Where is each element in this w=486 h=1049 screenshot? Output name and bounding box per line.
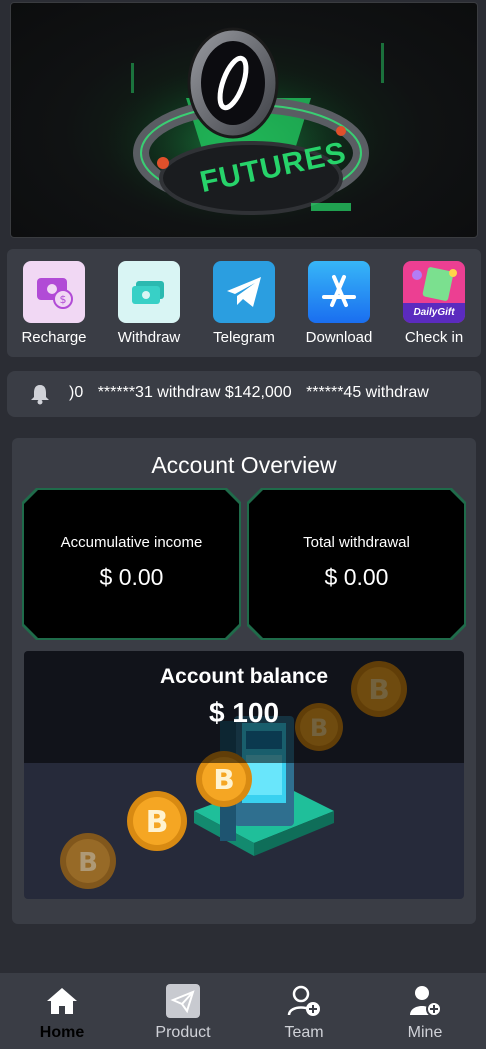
notice-item: ******31 withdraw $142,000 [97,384,292,401]
total-withdrawal-label: Total withdrawal [303,534,410,551]
withdraw-icon [118,261,180,323]
bottom-nav: Home Product Team Mine [0,973,486,1049]
notice-item: )0 [69,384,84,401]
nav-home-label: Home [39,1024,85,1041]
nav-team-label: Team [284,1024,324,1041]
download-button[interactable]: Download [300,261,378,346]
total-withdrawal-value: $ 0.00 [324,564,389,590]
futures-illustration [101,27,384,223]
app-screen: FUTURES $ Recharge Withdraw Telegram Dow… [0,0,486,1049]
telegram-button[interactable]: Telegram [205,261,283,346]
svg-text:$: $ [60,293,67,306]
nav-mine[interactable]: Mine [380,983,470,1042]
svg-text:B: B [213,763,234,796]
notice-item: ******45 withdraw [306,384,429,401]
nav-team[interactable]: Team [259,983,349,1042]
balance-strip: Account balance $ 100 [24,651,464,763]
product-icon [165,983,201,1019]
svg-text:B: B [78,848,98,878]
withdraw-button[interactable]: Withdraw [110,261,188,346]
total-withdrawal-card: Total withdrawal $ 0.00 [249,490,464,638]
mine-icon [407,983,443,1019]
withdraw-label: Withdraw [117,329,181,346]
telegram-label: Telegram [213,329,275,346]
daily-gift-icon: DailyGift [403,261,465,323]
telegram-icon [213,261,275,323]
account-overview: Account Overview Accumulative income $ 0… [12,438,476,924]
app-store-icon [308,261,370,323]
team-icon [286,983,322,1019]
svg-text:B: B [146,805,169,840]
home-icon [44,983,80,1019]
account-balance-label: Account balance [159,665,329,688]
recharge-label: Recharge [21,329,87,346]
accumulative-income-label: Accumulative income [60,534,203,551]
overview-title: Account Overview [151,452,337,478]
accumulative-income-value: $ 0.00 [99,564,164,590]
accumulative-income-card: Accumulative income $ 0.00 [24,490,239,638]
account-balance-card: B B B Account balance $ 100 [24,651,464,899]
check-in-button[interactable]: DailyGift Check in [395,261,473,346]
bitcoin-coin: B [127,791,187,851]
nav-home[interactable]: Home [17,983,107,1042]
check-in-label: Check in [404,329,464,346]
download-label: Download [305,329,373,346]
daily-gift-badge: DailyGift [413,307,455,318]
notice-marquee: )0 ******31 withdraw $142,000 ******45 w… [69,384,439,402]
futures-banner[interactable]: FUTURES [10,2,478,238]
recharge-icon: $ [23,261,85,323]
recharge-button[interactable]: $ Recharge [15,261,93,346]
nav-product-label: Product [155,1024,211,1041]
bitcoin-coin: B [60,833,116,889]
account-balance-value: $ 100 [208,697,280,728]
bell-icon [29,383,51,405]
notice-bar: )0 ******31 withdraw $142,000 ******45 w… [7,371,481,417]
nav-product[interactable]: Product [138,983,228,1042]
nav-mine-label: Mine [407,1024,443,1041]
quick-menu: $ Recharge Withdraw Telegram Download Da… [7,249,481,357]
